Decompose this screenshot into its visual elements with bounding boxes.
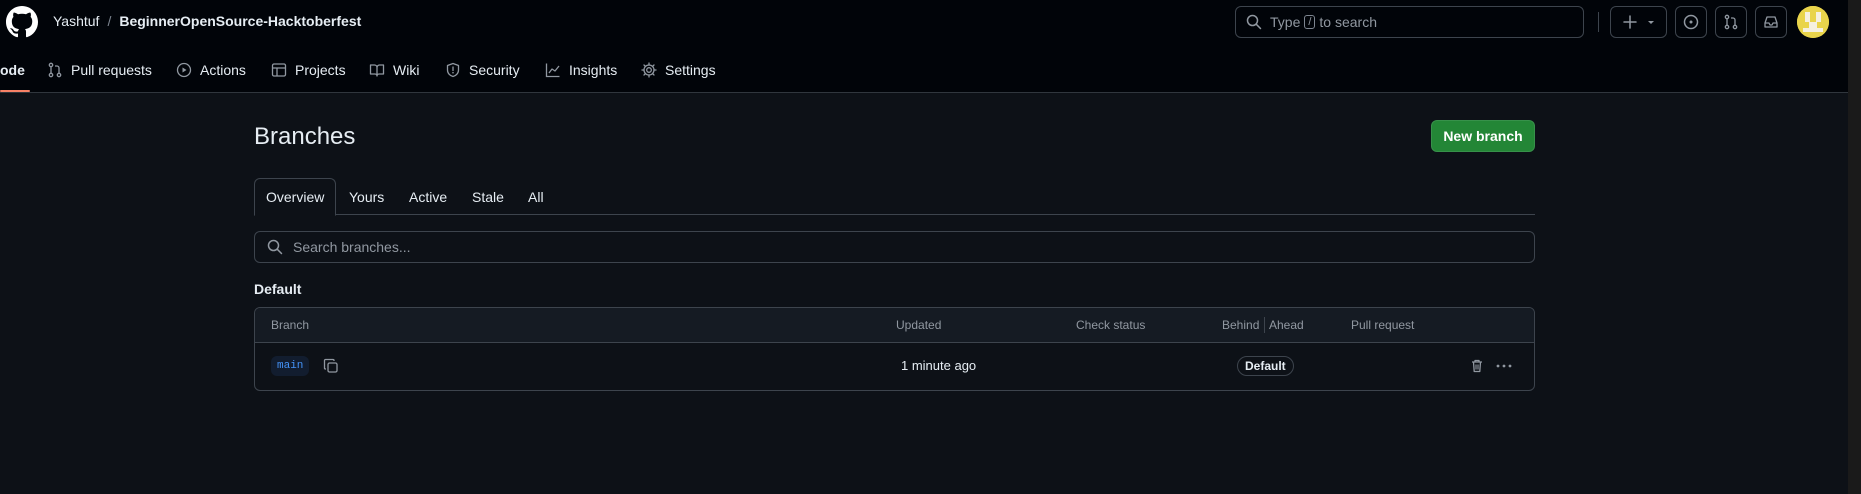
pull-requests-button[interactable] bbox=[1715, 6, 1747, 38]
nav-actions[interactable]: Actions bbox=[176, 58, 246, 82]
branch-search-placeholder: Search branches... bbox=[293, 239, 411, 255]
column-behind: Behind bbox=[1222, 318, 1260, 332]
nav-security[interactable]: Security bbox=[445, 58, 520, 82]
default-branches-table: Branch Updated Check status Behind Ahead… bbox=[254, 307, 1535, 391]
table-row: main 1 minute ago Default bbox=[255, 343, 1534, 390]
nav-wiki[interactable]: Wiki bbox=[369, 58, 419, 82]
git-pull-request-icon bbox=[1724, 14, 1738, 30]
tab-overview[interactable]: Overview bbox=[254, 178, 337, 216]
copy-icon[interactable] bbox=[323, 358, 339, 374]
nav-pull-requests-label: Pull requests bbox=[71, 62, 152, 78]
nav-settings[interactable]: Settings bbox=[641, 58, 716, 82]
plus-icon bbox=[1622, 15, 1637, 29]
table-icon bbox=[271, 63, 287, 77]
triangle-down-icon bbox=[1647, 21, 1654, 24]
branch-name-link[interactable]: main bbox=[271, 356, 310, 376]
column-updated: Updated bbox=[896, 318, 942, 332]
column-pull-request: Pull request bbox=[1351, 318, 1415, 332]
trash-icon[interactable] bbox=[1469, 358, 1485, 374]
nav-projects-label: Projects bbox=[295, 62, 346, 78]
shield-icon bbox=[446, 62, 460, 78]
nav-actions-label: Actions bbox=[200, 62, 246, 78]
column-ahead: Ahead bbox=[1269, 318, 1304, 332]
header-divider bbox=[1598, 12, 1599, 32]
breadcrumb-repo[interactable]: BeginnerOpenSource-Hacktoberfest bbox=[119, 13, 361, 29]
nav-insights-label: Insights bbox=[569, 62, 618, 78]
vertical-scrollbar[interactable] bbox=[1848, 0, 1861, 494]
avatar-identicon-icon bbox=[1797, 6, 1829, 38]
inbox-button[interactable] bbox=[1755, 6, 1787, 38]
search-icon bbox=[267, 239, 283, 255]
default-badge: Default bbox=[1237, 356, 1294, 376]
issues-button[interactable] bbox=[1675, 6, 1707, 38]
nav-code[interactable]: ode bbox=[0, 58, 25, 82]
branch-updated-time: 1 minute ago bbox=[901, 358, 977, 373]
page-title: Branches bbox=[254, 123, 356, 150]
issue-opened-icon bbox=[1683, 14, 1699, 30]
create-new-button[interactable] bbox=[1610, 6, 1667, 38]
tab-stale[interactable]: Stale bbox=[472, 178, 504, 215]
user-avatar[interactable] bbox=[1797, 6, 1829, 38]
global-search-input[interactable]: Type / to search bbox=[1235, 6, 1584, 38]
gear-icon bbox=[641, 62, 657, 78]
breadcrumb: Yashtuf / BeginnerOpenSource-Hacktoberfe… bbox=[53, 13, 361, 29]
nav-code-label: ode bbox=[0, 62, 25, 78]
branch-search-input[interactable]: Search branches... bbox=[254, 231, 1535, 263]
nav-active-underline bbox=[0, 90, 30, 92]
nav-security-label: Security bbox=[469, 62, 520, 78]
nav-settings-label: Settings bbox=[665, 62, 716, 78]
behind-ahead-divider bbox=[1264, 317, 1265, 333]
play-icon bbox=[176, 62, 192, 78]
nav-insights[interactable]: Insights bbox=[545, 58, 617, 82]
tab-yours[interactable]: Yours bbox=[349, 178, 384, 215]
nav-pull-requests[interactable]: Pull requests bbox=[47, 58, 152, 82]
github-logo-icon[interactable] bbox=[6, 6, 38, 38]
breadcrumb-separator: / bbox=[107, 13, 112, 29]
new-branch-button[interactable]: New branch bbox=[1431, 120, 1535, 152]
search-suffix: to search bbox=[1319, 14, 1378, 30]
column-branch: Branch bbox=[271, 318, 310, 332]
graph-icon bbox=[545, 63, 560, 78]
app-header: Yashtuf / BeginnerOpenSource-Hacktoberfe… bbox=[0, 0, 1861, 93]
table-header: Branch Updated Check status Behind Ahead… bbox=[255, 308, 1534, 343]
inbox-icon bbox=[1764, 16, 1778, 28]
tab-active[interactable]: Active bbox=[409, 178, 447, 215]
nav-projects[interactable]: Projects bbox=[271, 58, 346, 82]
column-check-status: Check status bbox=[1076, 318, 1146, 332]
default-section-heading: Default bbox=[254, 281, 302, 297]
kebab-horizontal-icon[interactable] bbox=[1495, 358, 1513, 374]
search-prefix: Type bbox=[1270, 14, 1301, 30]
search-icon bbox=[1246, 14, 1262, 30]
nav-wiki-label: Wiki bbox=[393, 62, 420, 78]
git-pull-request-icon bbox=[48, 62, 62, 78]
branch-filter-tabs: Overview Yours Active Stale All bbox=[254, 178, 1535, 216]
tab-all[interactable]: All bbox=[528, 178, 544, 215]
book-icon bbox=[369, 64, 385, 77]
search-shortcut-key: / bbox=[1304, 15, 1316, 29]
breadcrumb-owner[interactable]: Yashtuf bbox=[53, 13, 99, 29]
